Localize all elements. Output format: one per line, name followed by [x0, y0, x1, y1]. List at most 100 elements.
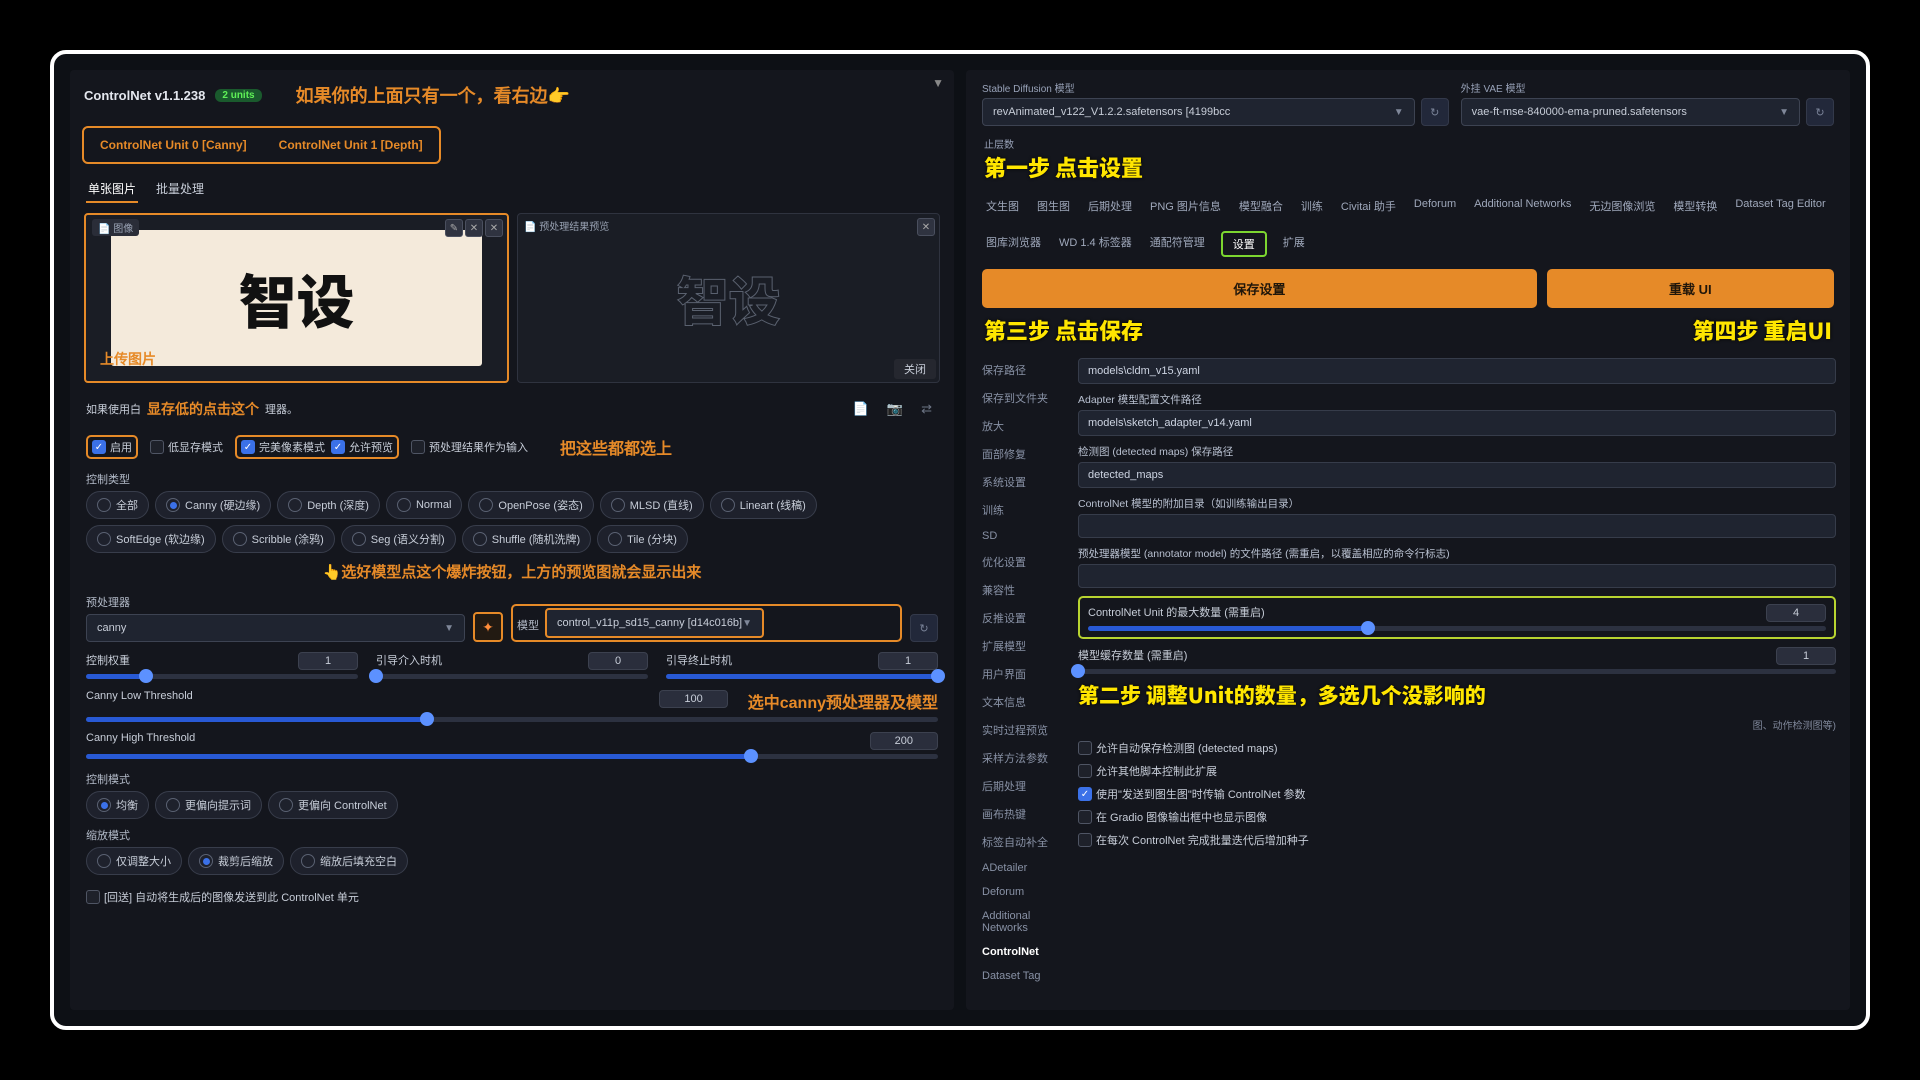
check-allow-preview[interactable]: ✓允许预览: [331, 439, 393, 455]
slider-low-threshold[interactable]: [86, 717, 938, 722]
refresh-vae-button[interactable]: ↻: [1806, 98, 1834, 126]
run-preprocessor-button[interactable]: ✦: [473, 612, 503, 642]
sidebar-18[interactable]: ADetailer: [980, 858, 1068, 878]
sidebar-17[interactable]: 标签自动补全: [980, 830, 1068, 854]
resize-mode-2[interactable]: 缩放后填充空白: [290, 847, 408, 875]
preview-close-icon[interactable]: ✕: [917, 218, 935, 236]
cfg-cldm-input[interactable]: models\cldm_v15.yaml: [1078, 358, 1836, 384]
sidebar-7[interactable]: 优化设置: [980, 550, 1068, 574]
edit-icon[interactable]: ✎: [445, 219, 463, 237]
nav-11[interactable]: Dataset Tag Editor: [1733, 195, 1827, 217]
ctrl-mode-0[interactable]: 均衡: [86, 791, 149, 819]
nav-6[interactable]: Civitai 助手: [1339, 195, 1398, 217]
scroll-icon[interactable]: 📄: [853, 401, 869, 417]
nav-0[interactable]: 文生图: [984, 195, 1021, 217]
nav-14[interactable]: 通配符管理: [1148, 231, 1207, 257]
sidebar-9[interactable]: 反推设置: [980, 606, 1068, 630]
cfg-check-1[interactable]: 允许其他脚本控制此扩展: [1078, 763, 1836, 779]
resize-mode-1[interactable]: 裁剪后缩放: [188, 847, 284, 875]
ctrl-mode-1[interactable]: 更偏向提示词: [155, 791, 262, 819]
control-type-4[interactable]: OpenPose (姿态): [468, 491, 593, 519]
resize-mode-0[interactable]: 仅调整大小: [86, 847, 182, 875]
nav-13[interactable]: WD 1.4 标签器: [1057, 231, 1134, 257]
sidebar-19[interactable]: Deforum: [980, 882, 1068, 902]
control-type-5[interactable]: MLSD (直线): [600, 491, 704, 519]
close-button[interactable]: 关闭: [894, 359, 936, 379]
preprocessor-select[interactable]: canny▼: [86, 614, 465, 642]
nav-5[interactable]: 训练: [1299, 195, 1325, 217]
clear-icon[interactable]: ✕: [465, 219, 483, 237]
save-settings-button[interactable]: 保存设置: [982, 269, 1537, 308]
cfg-adapter-input[interactable]: models\sketch_adapter_v14.yaml: [1078, 410, 1836, 436]
check-pixel-perfect[interactable]: ✓完美像素模式: [241, 439, 325, 455]
source-image-box[interactable]: 📄 图像 智设 ✎ ✕ ✕ 上传图片: [84, 213, 509, 383]
control-type-0[interactable]: 全部: [86, 491, 149, 519]
slider-weight[interactable]: 控制权重1: [86, 652, 358, 679]
sidebar-13[interactable]: 实时过程预览: [980, 718, 1068, 742]
nav-7[interactable]: Deforum: [1412, 195, 1458, 217]
slider-unit-max[interactable]: [1088, 626, 1826, 631]
slider-high-threshold[interactable]: [86, 754, 938, 759]
control-type-8[interactable]: Scribble (涂鸦): [222, 525, 335, 553]
nav-settings[interactable]: 设置: [1221, 231, 1267, 257]
sidebar-4[interactable]: 系统设置: [980, 470, 1068, 494]
nav-3[interactable]: PNG 图片信息: [1148, 195, 1223, 217]
sidebar-20[interactable]: Additional Networks: [980, 906, 1068, 938]
slider-end[interactable]: 引导终止时机1: [666, 652, 938, 679]
ctrl-mode-2[interactable]: 更偏向 ControlNet: [268, 791, 398, 819]
sidebar-5[interactable]: 训练: [980, 498, 1068, 522]
nav-10[interactable]: 模型转换: [1671, 195, 1719, 217]
sidebar-1[interactable]: 保存到文件夹: [980, 386, 1068, 410]
nav-2[interactable]: 后期处理: [1086, 195, 1134, 217]
reload-ui-button[interactable]: 重载 UI: [1547, 269, 1834, 308]
tab-single-image[interactable]: 单张图片: [86, 176, 138, 203]
control-type-9[interactable]: Seg (语义分割): [341, 525, 456, 553]
sidebar-2[interactable]: 放大: [980, 414, 1068, 438]
tab-unit-1[interactable]: ControlNet Unit 1 [Depth]: [267, 132, 435, 158]
slider-cache[interactable]: [1078, 669, 1836, 674]
cfg-extra-input[interactable]: [1078, 514, 1836, 538]
cfg-check-2[interactable]: ✓使用"发送到图生图"时传输 ControlNet 参数: [1078, 786, 1836, 802]
control-type-2[interactable]: Depth (深度): [277, 491, 380, 519]
sidebar-21[interactable]: ControlNet: [980, 942, 1068, 962]
tab-unit-0[interactable]: ControlNet Unit 0 [Canny]: [88, 132, 259, 158]
cfg-check-4[interactable]: 在每次 ControlNet 完成批量迭代后增加种子: [1078, 832, 1836, 848]
remove-icon[interactable]: ✕: [485, 219, 503, 237]
sidebar-3[interactable]: 面部修复: [980, 442, 1068, 466]
sidebar-11[interactable]: 用户界面: [980, 662, 1068, 686]
nav-8[interactable]: Additional Networks: [1472, 195, 1573, 217]
sidebar-16[interactable]: 画布热键: [980, 802, 1068, 826]
nav-1[interactable]: 图生图: [1035, 195, 1072, 217]
sidebar-12[interactable]: 文本信息: [980, 690, 1068, 714]
check-as-input[interactable]: 预处理结果作为输入: [411, 439, 528, 455]
cfg-check-0[interactable]: 允许自动保存检测图 (detected maps): [1078, 740, 1836, 756]
nav-9[interactable]: 无边图像浏览: [1587, 195, 1657, 217]
sidebar-8[interactable]: 兼容性: [980, 578, 1068, 602]
slider-start[interactable]: 引导介入时机0: [376, 652, 648, 679]
nav-4[interactable]: 模型融合: [1237, 195, 1285, 217]
tab-batch[interactable]: 批量处理: [154, 176, 206, 203]
collapse-icon[interactable]: ▼: [932, 76, 944, 90]
control-type-10[interactable]: Shuffle (随机洗牌): [462, 525, 591, 553]
sidebar-10[interactable]: 扩展模型: [980, 634, 1068, 658]
refresh-model-button[interactable]: ↻: [910, 614, 938, 642]
nav-extensions[interactable]: 扩展: [1281, 231, 1307, 257]
check-lowvram[interactable]: 低显存模式: [150, 439, 223, 455]
camera-icon[interactable]: 📷: [887, 401, 903, 417]
nav-12[interactable]: 图库浏览器: [984, 231, 1043, 257]
cfg-detected-input[interactable]: detected_maps: [1078, 462, 1836, 488]
control-type-1[interactable]: Canny (硬边缘): [155, 491, 271, 519]
control-type-3[interactable]: Normal: [386, 491, 462, 519]
cfg-annot-input[interactable]: [1078, 564, 1836, 588]
control-type-11[interactable]: Tile (分块): [597, 525, 688, 553]
sidebar-22[interactable]: Dataset Tag: [980, 966, 1068, 986]
model-select[interactable]: control_v11p_sd15_canny [d14c016b]▼: [545, 608, 764, 638]
refresh-sd-button[interactable]: ↻: [1421, 98, 1449, 126]
cfg-check-3[interactable]: 在 Gradio 图像输出框中也显示图像: [1078, 809, 1836, 825]
check-enable[interactable]: ✓启用: [92, 439, 132, 455]
sidebar-14[interactable]: 采样方法参数: [980, 746, 1068, 770]
sidebar-6[interactable]: SD: [980, 526, 1068, 546]
check-loopback[interactable]: [回送] 自动将生成后的图像发送到此 ControlNet 单元: [86, 889, 938, 905]
vae-select[interactable]: vae-ft-mse-840000-ema-pruned.safetensors…: [1461, 98, 1800, 126]
control-type-6[interactable]: Lineart (线稿): [710, 491, 817, 519]
